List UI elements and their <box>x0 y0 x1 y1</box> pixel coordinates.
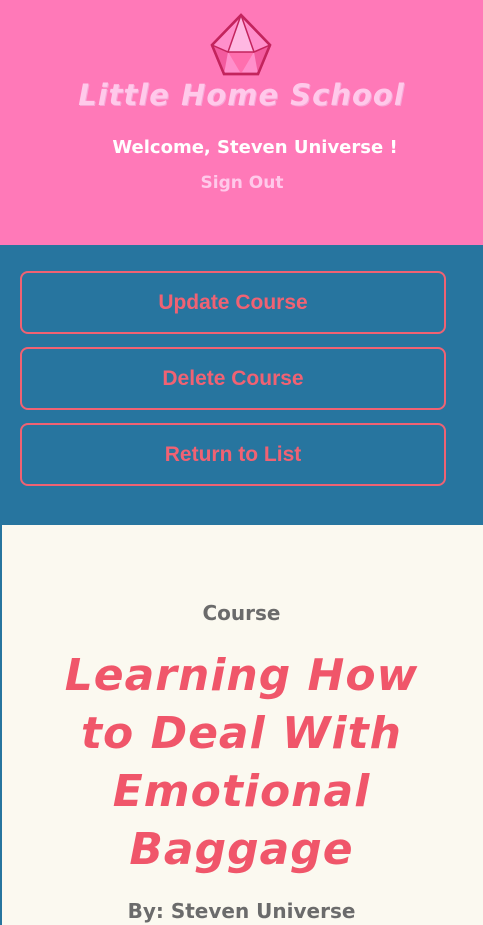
course-author: By: Steven Universe <box>127 899 356 923</box>
page: Little Home School Welcome, Steven Unive… <box>0 0 483 925</box>
course-section-label: Course <box>202 601 281 625</box>
course-details: Course Learning How to Deal With Emotion… <box>0 525 483 925</box>
course-actions-panel: Update Course Delete Course Return to Li… <box>0 245 483 525</box>
left-edge-divider <box>0 525 2 925</box>
update-course-button[interactable]: Update Course <box>20 271 446 334</box>
welcome-message: Welcome, Steven Universe ! <box>112 137 398 158</box>
course-title: Learning How to Deal With Emotional Bagg… <box>64 650 419 875</box>
delete-course-button[interactable]: Delete Course <box>20 347 446 410</box>
site-title: Little Home School <box>78 78 405 112</box>
site-header: Little Home School Welcome, Steven Unive… <box>0 0 483 245</box>
return-to-list-button[interactable]: Return to List <box>20 423 446 486</box>
gem-icon <box>210 13 272 76</box>
sign-out-link[interactable]: Sign Out <box>160 173 324 193</box>
